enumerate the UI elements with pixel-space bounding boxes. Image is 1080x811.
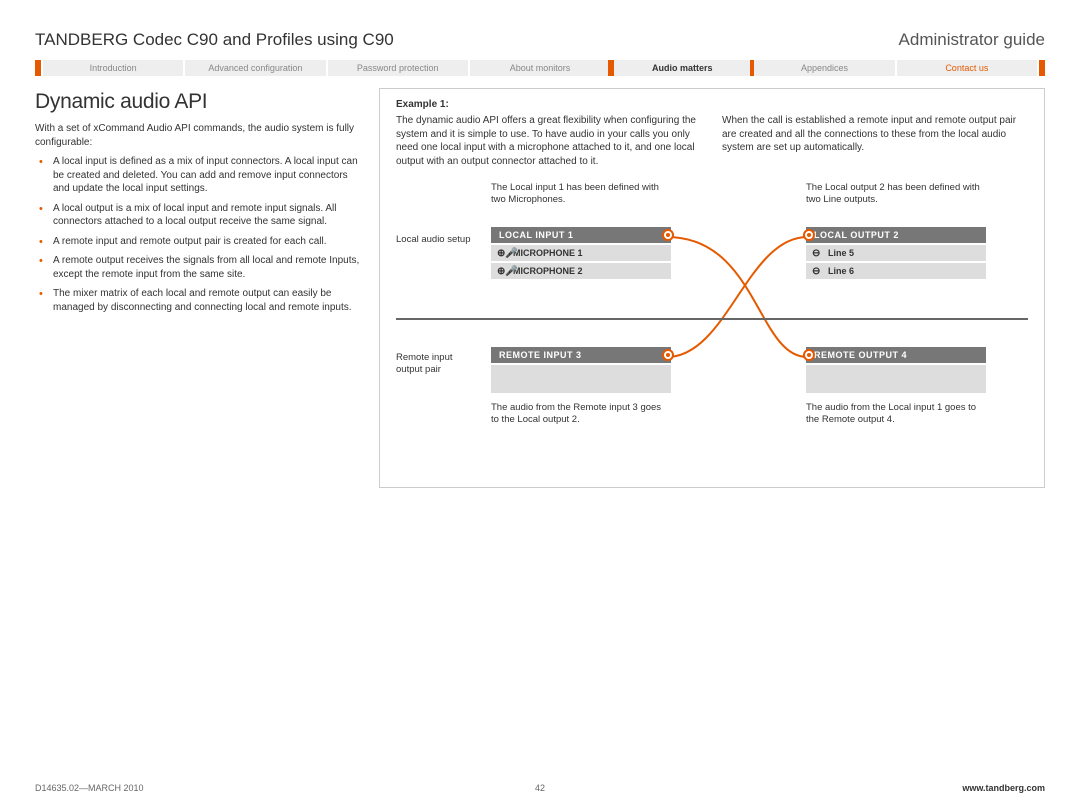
- bullet-item: A local input is defined as a mix of inp…: [47, 155, 365, 196]
- nav-edge-right: [1039, 60, 1045, 76]
- page-number: 42: [535, 783, 545, 793]
- remote-input-header: REMOTE INPUT 3: [491, 347, 671, 363]
- connector-dot-icon: [803, 349, 815, 361]
- example-para-left: The dynamic audio API offers a great fle…: [396, 114, 702, 168]
- intro-text: With a set of xCommand Audio API command…: [35, 122, 365, 149]
- doc-title: TANDBERG Codec C90 and Profiles using C9…: [35, 30, 394, 50]
- footer: D14635.02—MARCH 2010 42 www.tandberg.com: [35, 783, 1045, 793]
- local-input-box: LOCAL INPUT 1 ⊕🎤MICROPHONE 1 ⊕🎤MICROPHON…: [491, 227, 671, 279]
- footer-url: www.tandberg.com: [962, 783, 1045, 793]
- feature-list: A local input is defined as a mix of inp…: [35, 155, 365, 314]
- bullet-item: A local output is a mix of local input a…: [47, 202, 365, 229]
- example-para-right: When the call is established a remote in…: [722, 114, 1028, 168]
- example-panel: Example 1: The dynamic audio API offers …: [379, 88, 1045, 488]
- page-heading: Dynamic audio API: [35, 88, 365, 116]
- mic-icon: ⊕🎤: [497, 248, 518, 259]
- nav-password-protection[interactable]: Password protection: [328, 60, 468, 76]
- nav-edge-left: [35, 60, 41, 76]
- remote-output-caption: The audio from the Local input 1 goes to…: [806, 402, 986, 427]
- nav-audio-matters[interactable]: Audio matters: [612, 60, 752, 76]
- output-icon: ⊖: [812, 266, 820, 277]
- line-6-row: ⊖Line 6: [806, 261, 986, 279]
- remote-input-box: REMOTE INPUT 3: [491, 347, 671, 393]
- nav-advanced-config[interactable]: Advanced configuration: [185, 60, 325, 76]
- connector-dot-icon: [803, 229, 815, 241]
- remote-input-caption: The audio from the Remote input 3 goes t…: [491, 402, 671, 427]
- bullet-item: A remote input and remote output pair is…: [47, 235, 365, 249]
- doc-subtitle: Administrator guide: [899, 30, 1045, 50]
- nav-contact-us[interactable]: Contact us: [897, 60, 1037, 76]
- connector-dot-icon: [662, 349, 674, 361]
- example-title: Example 1:: [396, 99, 1028, 110]
- top-nav: Introduction Advanced configuration Pass…: [35, 60, 1045, 76]
- audio-diagram: The Local input 1 has been defined with …: [396, 182, 1028, 442]
- side-label-local: Local audio setup: [396, 234, 476, 246]
- header: TANDBERG Codec C90 and Profiles using C9…: [35, 30, 1045, 50]
- local-input-caption: The Local input 1 has been defined with …: [491, 182, 671, 207]
- line-5-row: ⊖Line 5: [806, 243, 986, 261]
- mic-2-row: ⊕🎤MICROPHONE 2: [491, 261, 671, 279]
- nav-introduction[interactable]: Introduction: [43, 60, 183, 76]
- connector-dot-icon: [662, 229, 674, 241]
- left-column: Dynamic audio API With a set of xCommand…: [35, 88, 365, 488]
- local-input-header: LOCAL INPUT 1: [491, 227, 671, 243]
- side-label-remote: Remote input output pair: [396, 352, 476, 377]
- local-output-box: LOCAL OUTPUT 2 ⊖Line 5 ⊖Line 6: [806, 227, 986, 279]
- local-output-caption: The Local output 2 has been defined with…: [806, 182, 986, 207]
- remote-output-box: REMOTE OUTPUT 4: [806, 347, 986, 393]
- nav-about-monitors[interactable]: About monitors: [470, 60, 610, 76]
- nav-appendices[interactable]: Appendices: [754, 60, 894, 76]
- footer-doc-id: D14635.02—MARCH 2010: [35, 783, 144, 793]
- mic-1-row: ⊕🎤MICROPHONE 1: [491, 243, 671, 261]
- remote-output-header: REMOTE OUTPUT 4: [806, 347, 986, 363]
- local-output-header: LOCAL OUTPUT 2: [806, 227, 986, 243]
- bullet-item: The mixer matrix of each local and remot…: [47, 287, 365, 314]
- mic-icon: ⊕🎤: [497, 266, 518, 277]
- bullet-item: A remote output receives the signals fro…: [47, 254, 365, 281]
- output-icon: ⊖: [812, 248, 820, 259]
- divider-line: [396, 318, 1028, 320]
